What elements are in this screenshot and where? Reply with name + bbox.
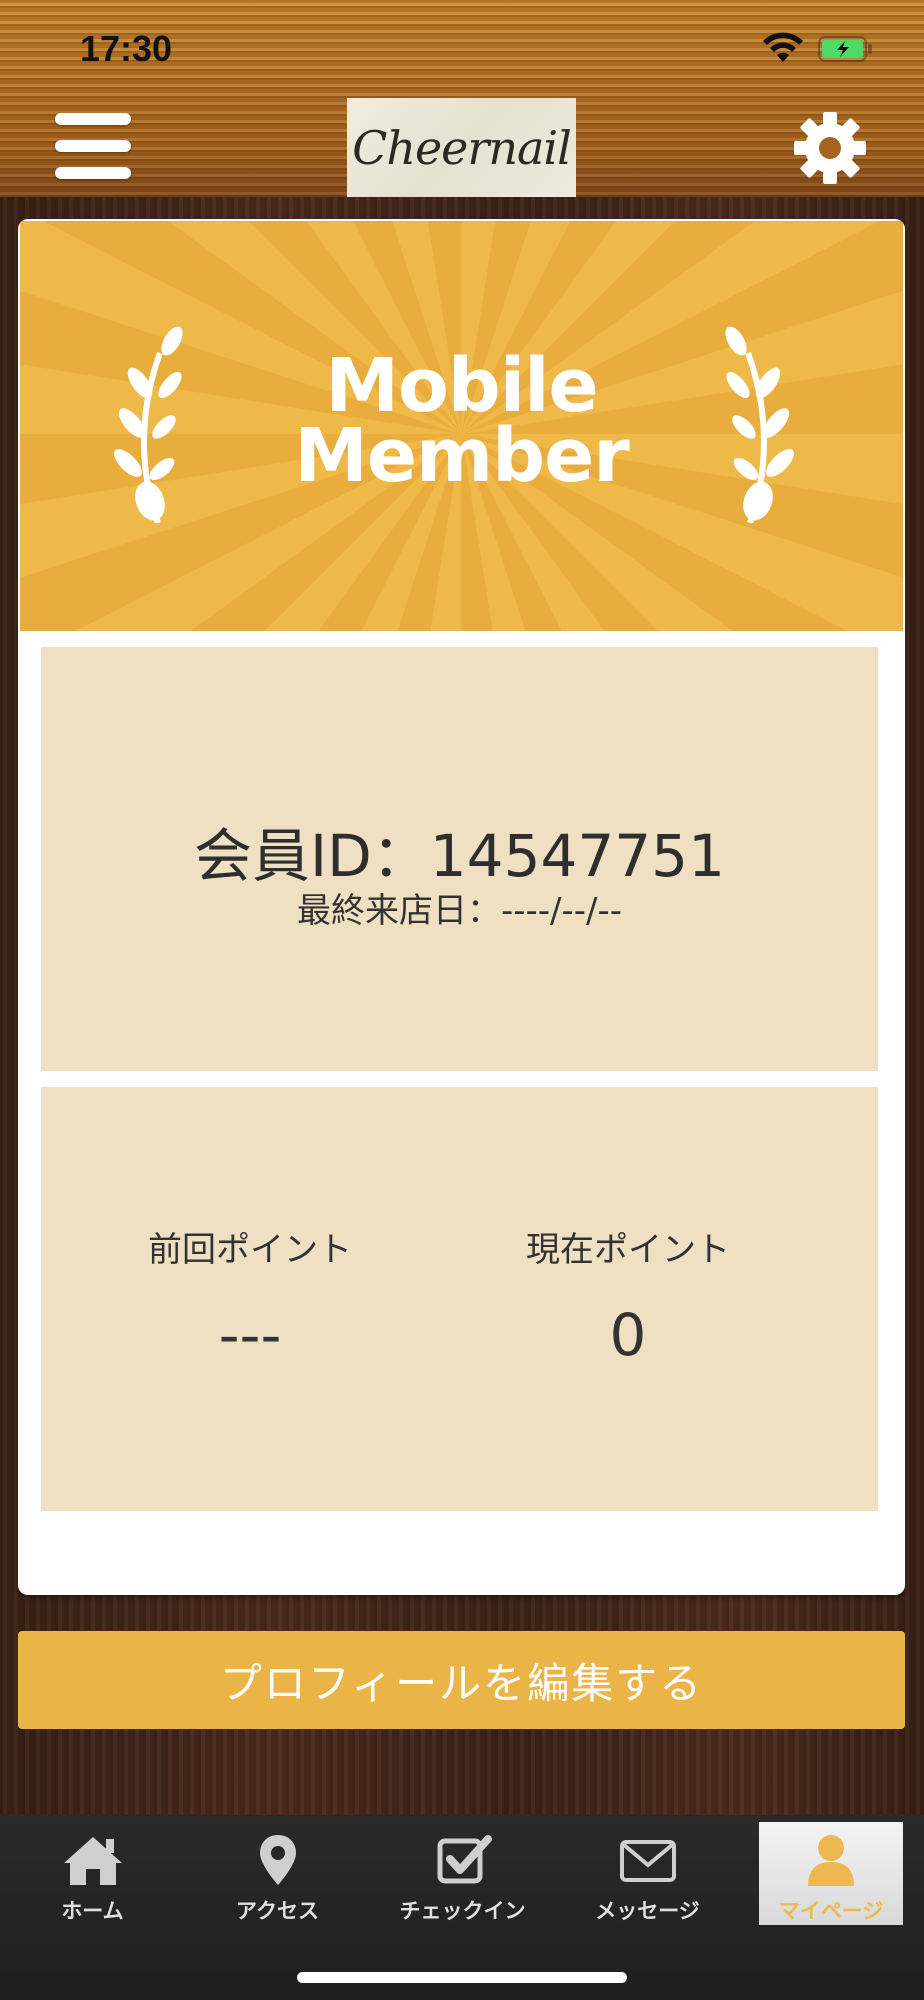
hamburger-menu-icon[interactable] — [55, 113, 131, 179]
current-points: 現在ポイント 0 — [419, 1222, 837, 1369]
tab-mypage-label: マイページ — [778, 1899, 884, 1923]
current-points-label: 現在ポイント — [526, 1230, 730, 1270]
member-id: 会員ID：14547751 — [194, 822, 725, 890]
user-icon — [808, 1835, 854, 1886]
member-card: Mobile Member 会員ID：14547751 最終来店日：----/-… — [18, 219, 905, 1595]
tab-mypage[interactable]: マイページ — [759, 1822, 903, 1925]
tab-message[interactable]: メッセージ — [555, 1815, 740, 1925]
previous-points-label: 前回ポイント — [148, 1230, 352, 1270]
tab-home-label: ホーム — [61, 1899, 124, 1923]
tab-access[interactable]: アクセス — [185, 1815, 370, 1925]
logo-text: Cheernail — [352, 120, 572, 175]
app-header: 17:30 Cheernail — [0, 0, 924, 197]
map-pin-icon — [260, 1835, 296, 1885]
tab-message-label: メッセージ — [595, 1899, 700, 1923]
envelope-icon — [620, 1840, 676, 1882]
tab-access-label: アクセス — [236, 1899, 319, 1923]
home-indicator — [297, 1972, 627, 1983]
checkbox-icon — [437, 1835, 492, 1884]
status-time: 17:30 — [80, 28, 173, 69]
previous-points-value: --- — [218, 1301, 282, 1369]
home-icon — [64, 1837, 122, 1885]
battery-icon — [818, 36, 872, 62]
member-id-panel: 会員ID：14547751 最終来店日：----/--/-- — [41, 647, 878, 1071]
last-visit-date: 最終来店日：----/--/-- — [296, 891, 623, 931]
tab-checkin-label: チェックイン — [399, 1899, 526, 1923]
member-banner: Mobile Member — [20, 221, 903, 631]
previous-points: 前回ポイント --- — [41, 1222, 459, 1369]
app-logo: Cheernail — [347, 98, 576, 197]
wifi-icon — [763, 32, 803, 62]
points-panel: 前回ポイント --- 現在ポイント 0 — [41, 1087, 878, 1511]
laurel-right-icon — [725, 326, 794, 523]
gear-icon[interactable] — [792, 110, 868, 186]
edit-profile-button[interactable]: プロフィールを編集する — [18, 1631, 905, 1729]
current-points-value: 0 — [609, 1301, 647, 1369]
tab-checkin[interactable]: チェックイン — [370, 1815, 555, 1925]
tab-home[interactable]: ホーム — [0, 1815, 185, 1925]
